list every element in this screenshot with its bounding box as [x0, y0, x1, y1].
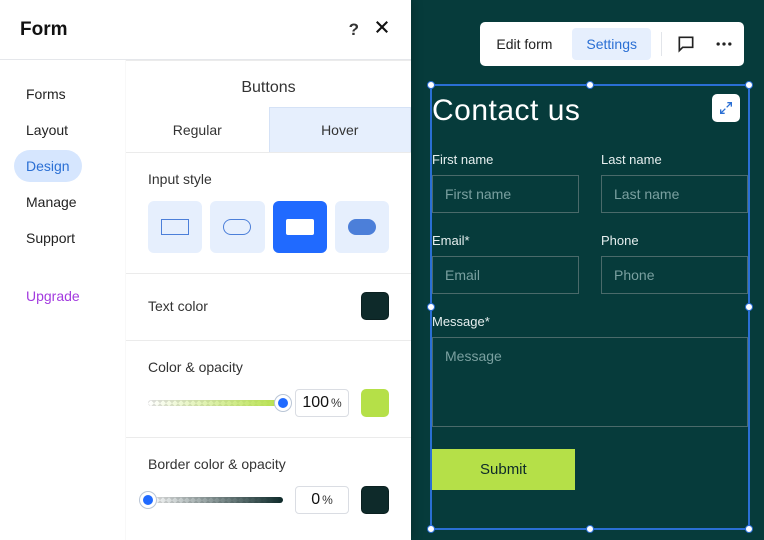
last-name-input[interactable]: [601, 175, 748, 213]
resize-handle-tl[interactable]: [427, 81, 435, 89]
last-name-label: Last name: [601, 152, 748, 167]
style-solid-rect[interactable]: [273, 201, 327, 253]
email-label: Email*: [432, 233, 579, 248]
design-panel: Form ? Forms Layout Design Manage Suppor…: [0, 0, 411, 540]
panel-sidebar: Forms Layout Design Manage Support Upgra…: [0, 60, 126, 540]
slider-thumb[interactable]: [275, 395, 291, 411]
group-text-color: Text color: [126, 274, 411, 341]
form-title: Contact us: [432, 86, 748, 132]
sidebar-item-upgrade[interactable]: Upgrade: [14, 280, 92, 312]
help-icon[interactable]: ?: [349, 20, 359, 40]
solid-rect-icon: [286, 219, 314, 235]
phone-label: Phone: [601, 233, 748, 248]
border-opacity-value[interactable]: 0 %: [295, 486, 349, 514]
submit-button[interactable]: Submit: [432, 449, 575, 490]
settings-button[interactable]: Settings: [572, 28, 651, 60]
resize-handle-bl[interactable]: [427, 525, 435, 533]
contact-form: Contact us First name Last name Email* P…: [432, 86, 748, 490]
panel-content: Buttons Regular Hover Input style Text c…: [126, 60, 411, 540]
comment-icon[interactable]: [672, 30, 700, 58]
color-opacity-value[interactable]: 100 %: [295, 389, 349, 417]
panel-header-actions: ?: [349, 18, 391, 41]
toolbar-divider: [661, 32, 662, 56]
sidebar-item-support[interactable]: Support: [14, 222, 87, 254]
group-color-opacity: Color & opacity 100 %: [126, 341, 411, 438]
group-border-color-opacity: Border color & opacity 0 %: [126, 438, 411, 534]
style-solid-pill[interactable]: [335, 201, 389, 253]
close-icon[interactable]: [373, 18, 391, 41]
tab-regular[interactable]: Regular: [126, 107, 269, 152]
resize-handle-bm[interactable]: [586, 525, 594, 533]
input-style-options: [148, 201, 389, 253]
input-style-title: Input style: [148, 171, 389, 187]
message-input[interactable]: [432, 337, 748, 427]
resize-handle-ml[interactable]: [427, 303, 435, 311]
sidebar-item-design[interactable]: Design: [14, 150, 82, 182]
tab-hover[interactable]: Hover: [269, 107, 412, 152]
more-icon[interactable]: [710, 30, 738, 58]
rect-icon: [161, 219, 189, 235]
group-input-style: Input style: [126, 153, 411, 274]
resize-handle-mr[interactable]: [745, 303, 753, 311]
state-tabs: Regular Hover: [126, 107, 411, 153]
border-opacity-title: Border color & opacity: [148, 456, 389, 472]
style-outline-pill[interactable]: [210, 201, 264, 253]
resize-handle-br[interactable]: [745, 525, 753, 533]
border-color-swatch[interactable]: [361, 486, 389, 514]
resize-handle-tr[interactable]: [745, 81, 753, 89]
first-name-label: First name: [432, 152, 579, 167]
first-name-input[interactable]: [432, 175, 579, 213]
color-opacity-title: Color & opacity: [148, 359, 389, 375]
message-label: Message*: [432, 314, 748, 329]
sidebar-item-manage[interactable]: Manage: [14, 186, 89, 218]
phone-input[interactable]: [601, 256, 748, 294]
border-opacity-slider[interactable]: [148, 497, 283, 503]
panel-header: Form ?: [0, 0, 411, 60]
solid-pill-icon: [348, 219, 376, 235]
color-opacity-slider[interactable]: [148, 400, 283, 406]
email-input[interactable]: [432, 256, 579, 294]
sidebar-item-forms[interactable]: Forms: [14, 78, 78, 110]
text-color-swatch[interactable]: [361, 292, 389, 320]
slider-thumb[interactable]: [140, 492, 156, 508]
color-swatch[interactable]: [361, 389, 389, 417]
form-toolbar: Edit form Settings: [480, 22, 744, 66]
text-color-title: Text color: [148, 298, 208, 314]
expand-button[interactable]: [712, 94, 740, 122]
section-title-buttons: Buttons: [126, 60, 411, 107]
panel-title: Form: [20, 19, 68, 41]
contact-form-selection[interactable]: Contact us First name Last name Email* P…: [430, 84, 750, 530]
edit-form-button[interactable]: Edit form: [486, 28, 562, 60]
style-outline-rect[interactable]: [148, 201, 202, 253]
sidebar-item-layout[interactable]: Layout: [14, 114, 80, 146]
resize-handle-tm[interactable]: [586, 81, 594, 89]
pill-icon: [223, 219, 251, 235]
